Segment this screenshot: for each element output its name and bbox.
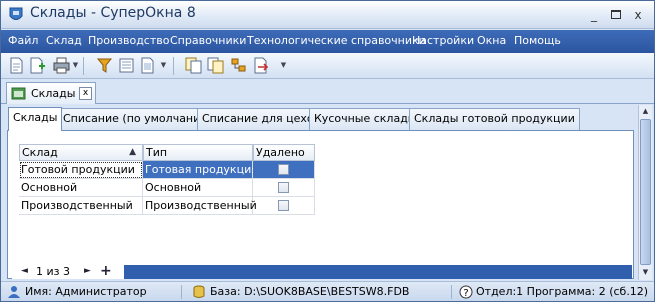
column-header-label: Тип <box>146 146 168 159</box>
main-content: Склады Списание (по умолчанию) Списание … <box>4 105 652 280</box>
scroll-up-icon[interactable]: ▲ <box>639 105 652 118</box>
document-icon[interactable] <box>139 57 156 74</box>
status-bar: Имя: Администратор База: D:\SUOK8BASE\BE… <box>1 281 654 301</box>
add-document-icon[interactable] <box>29 57 46 74</box>
svg-text:?: ? <box>463 288 468 299</box>
new-document-icon[interactable] <box>8 57 25 74</box>
record-navigator: ◄ 1 из 3 ► + <box>12 263 632 279</box>
user-icon <box>8 286 20 298</box>
document-tab-label: Склады <box>31 87 76 100</box>
status-separator <box>451 285 452 299</box>
tab-warehouses[interactable]: Склады <box>8 107 63 131</box>
minimize-icon: _ <box>591 8 597 22</box>
warehouse-icon <box>11 87 26 100</box>
close-button[interactable]: x <box>629 7 647 23</box>
maximize-button[interactable] <box>607 7 625 23</box>
deleted-checkbox[interactable] <box>278 182 289 193</box>
tab-panel: Склад ▲ Тип Удалено Готовой продукции Го… <box>7 130 634 279</box>
window-title: Склады - СуперОкна 8 <box>30 5 196 21</box>
export-icon[interactable] <box>252 57 269 74</box>
vertical-scrollbar[interactable]: ▲ ▼ <box>638 105 652 280</box>
table-cell-type[interactable]: Готовая продукция <box>143 161 258 179</box>
table-cell-warehouse[interactable]: Основной <box>19 179 143 197</box>
sort-ascending-icon: ▲ <box>129 147 136 157</box>
document-tab-strip: Склады x <box>1 80 654 104</box>
scroll-down-icon[interactable]: ▼ <box>639 266 652 279</box>
close-icon: x <box>634 8 642 22</box>
document-tab-warehouses[interactable]: Склады x <box>6 82 96 104</box>
table-cell-deleted[interactable] <box>253 161 315 179</box>
column-header-label: Удалено <box>256 146 305 159</box>
tab-finished-goods-warehouses[interactable]: Склады готовой продукции <box>409 108 580 130</box>
status-database: База: D:\SUOK8BASE\BESTSW8.FDB <box>210 285 410 298</box>
close-tab-icon[interactable]: x <box>79 87 92 100</box>
table-cell-type[interactable]: Производственный <box>143 197 257 215</box>
menu-settings[interactable]: Настройки <box>412 34 474 47</box>
menu-file[interactable]: Файл <box>8 34 38 47</box>
scrollbar-thumb[interactable] <box>640 119 651 265</box>
menu-help[interactable]: Помощь <box>514 34 561 47</box>
copy-icon[interactable] <box>185 57 202 74</box>
app-window: Склады - СуперОкна 8 _ x Файл Склад Прои… <box>0 0 655 302</box>
status-user: Имя: Администратор <box>25 285 147 298</box>
menu-bar: Файл Склад Производство Справочники Техн… <box>1 30 654 53</box>
column-header-warehouse[interactable]: Склад ▲ <box>19 144 143 161</box>
record-position: 1 из 3 <box>36 265 70 278</box>
print-dropdown-icon[interactable]: ▼ <box>72 61 79 70</box>
first-record-icon[interactable]: ◄ <box>21 266 28 276</box>
copy-list-icon[interactable] <box>207 57 224 74</box>
navigator-controls: ◄ 1 из 3 ► + <box>12 263 124 279</box>
deleted-checkbox[interactable] <box>278 164 289 175</box>
tab-piece-warehouses[interactable]: Кусочные склады <box>309 108 422 130</box>
next-record-icon[interactable]: ► <box>84 266 91 276</box>
database-icon <box>193 285 205 298</box>
column-header-deleted[interactable]: Удалено <box>253 144 315 161</box>
table-cell-warehouse[interactable]: Готовой продукции <box>19 161 143 179</box>
print-icon[interactable] <box>53 57 70 74</box>
column-header-label: Склад <box>22 146 58 159</box>
menu-production[interactable]: Производство <box>88 34 169 47</box>
filter-icon[interactable] <box>96 57 113 74</box>
menu-warehouse[interactable]: Склад <box>46 34 82 47</box>
tree-icon[interactable] <box>230 57 247 74</box>
table-cell-deleted[interactable] <box>253 179 315 197</box>
menu-references[interactable]: Справочники <box>170 34 246 47</box>
table-cell-type[interactable]: Основной <box>143 179 253 197</box>
toolbar: ▼ ▼ ▼ <box>1 53 654 79</box>
document-dropdown-icon[interactable]: ▼ <box>160 61 167 70</box>
help-icon: ? <box>459 285 473 299</box>
menu-windows[interactable]: Окна <box>477 34 506 47</box>
export-dropdown-icon[interactable]: ▼ <box>280 61 287 70</box>
deleted-checkbox[interactable] <box>278 200 289 211</box>
menu-tech-references[interactable]: Технологические справочники <box>247 34 426 47</box>
maximize-icon <box>611 10 621 19</box>
add-record-icon[interactable]: + <box>100 263 112 279</box>
title-bar: Склады - СуперОкна 8 _ x <box>1 1 654 29</box>
app-logo-icon <box>9 7 23 20</box>
tab-write-off-default[interactable]: Списание (по умолчанию) <box>58 108 219 130</box>
toolbar-separator <box>83 57 84 75</box>
status-info: Отдел:1 Программа: 2 (сб.12) <box>476 285 649 298</box>
list-view-icon[interactable] <box>118 57 135 74</box>
table-cell-warehouse[interactable]: Производственный <box>19 197 143 215</box>
status-separator <box>181 285 182 299</box>
tab-write-off-workshops[interactable]: Списание для цехов <box>197 108 326 130</box>
column-header-type[interactable]: Тип <box>143 144 253 161</box>
table-cell-deleted[interactable] <box>253 197 315 215</box>
minimize-button[interactable]: _ <box>585 7 603 23</box>
toolbar-separator <box>173 57 174 75</box>
